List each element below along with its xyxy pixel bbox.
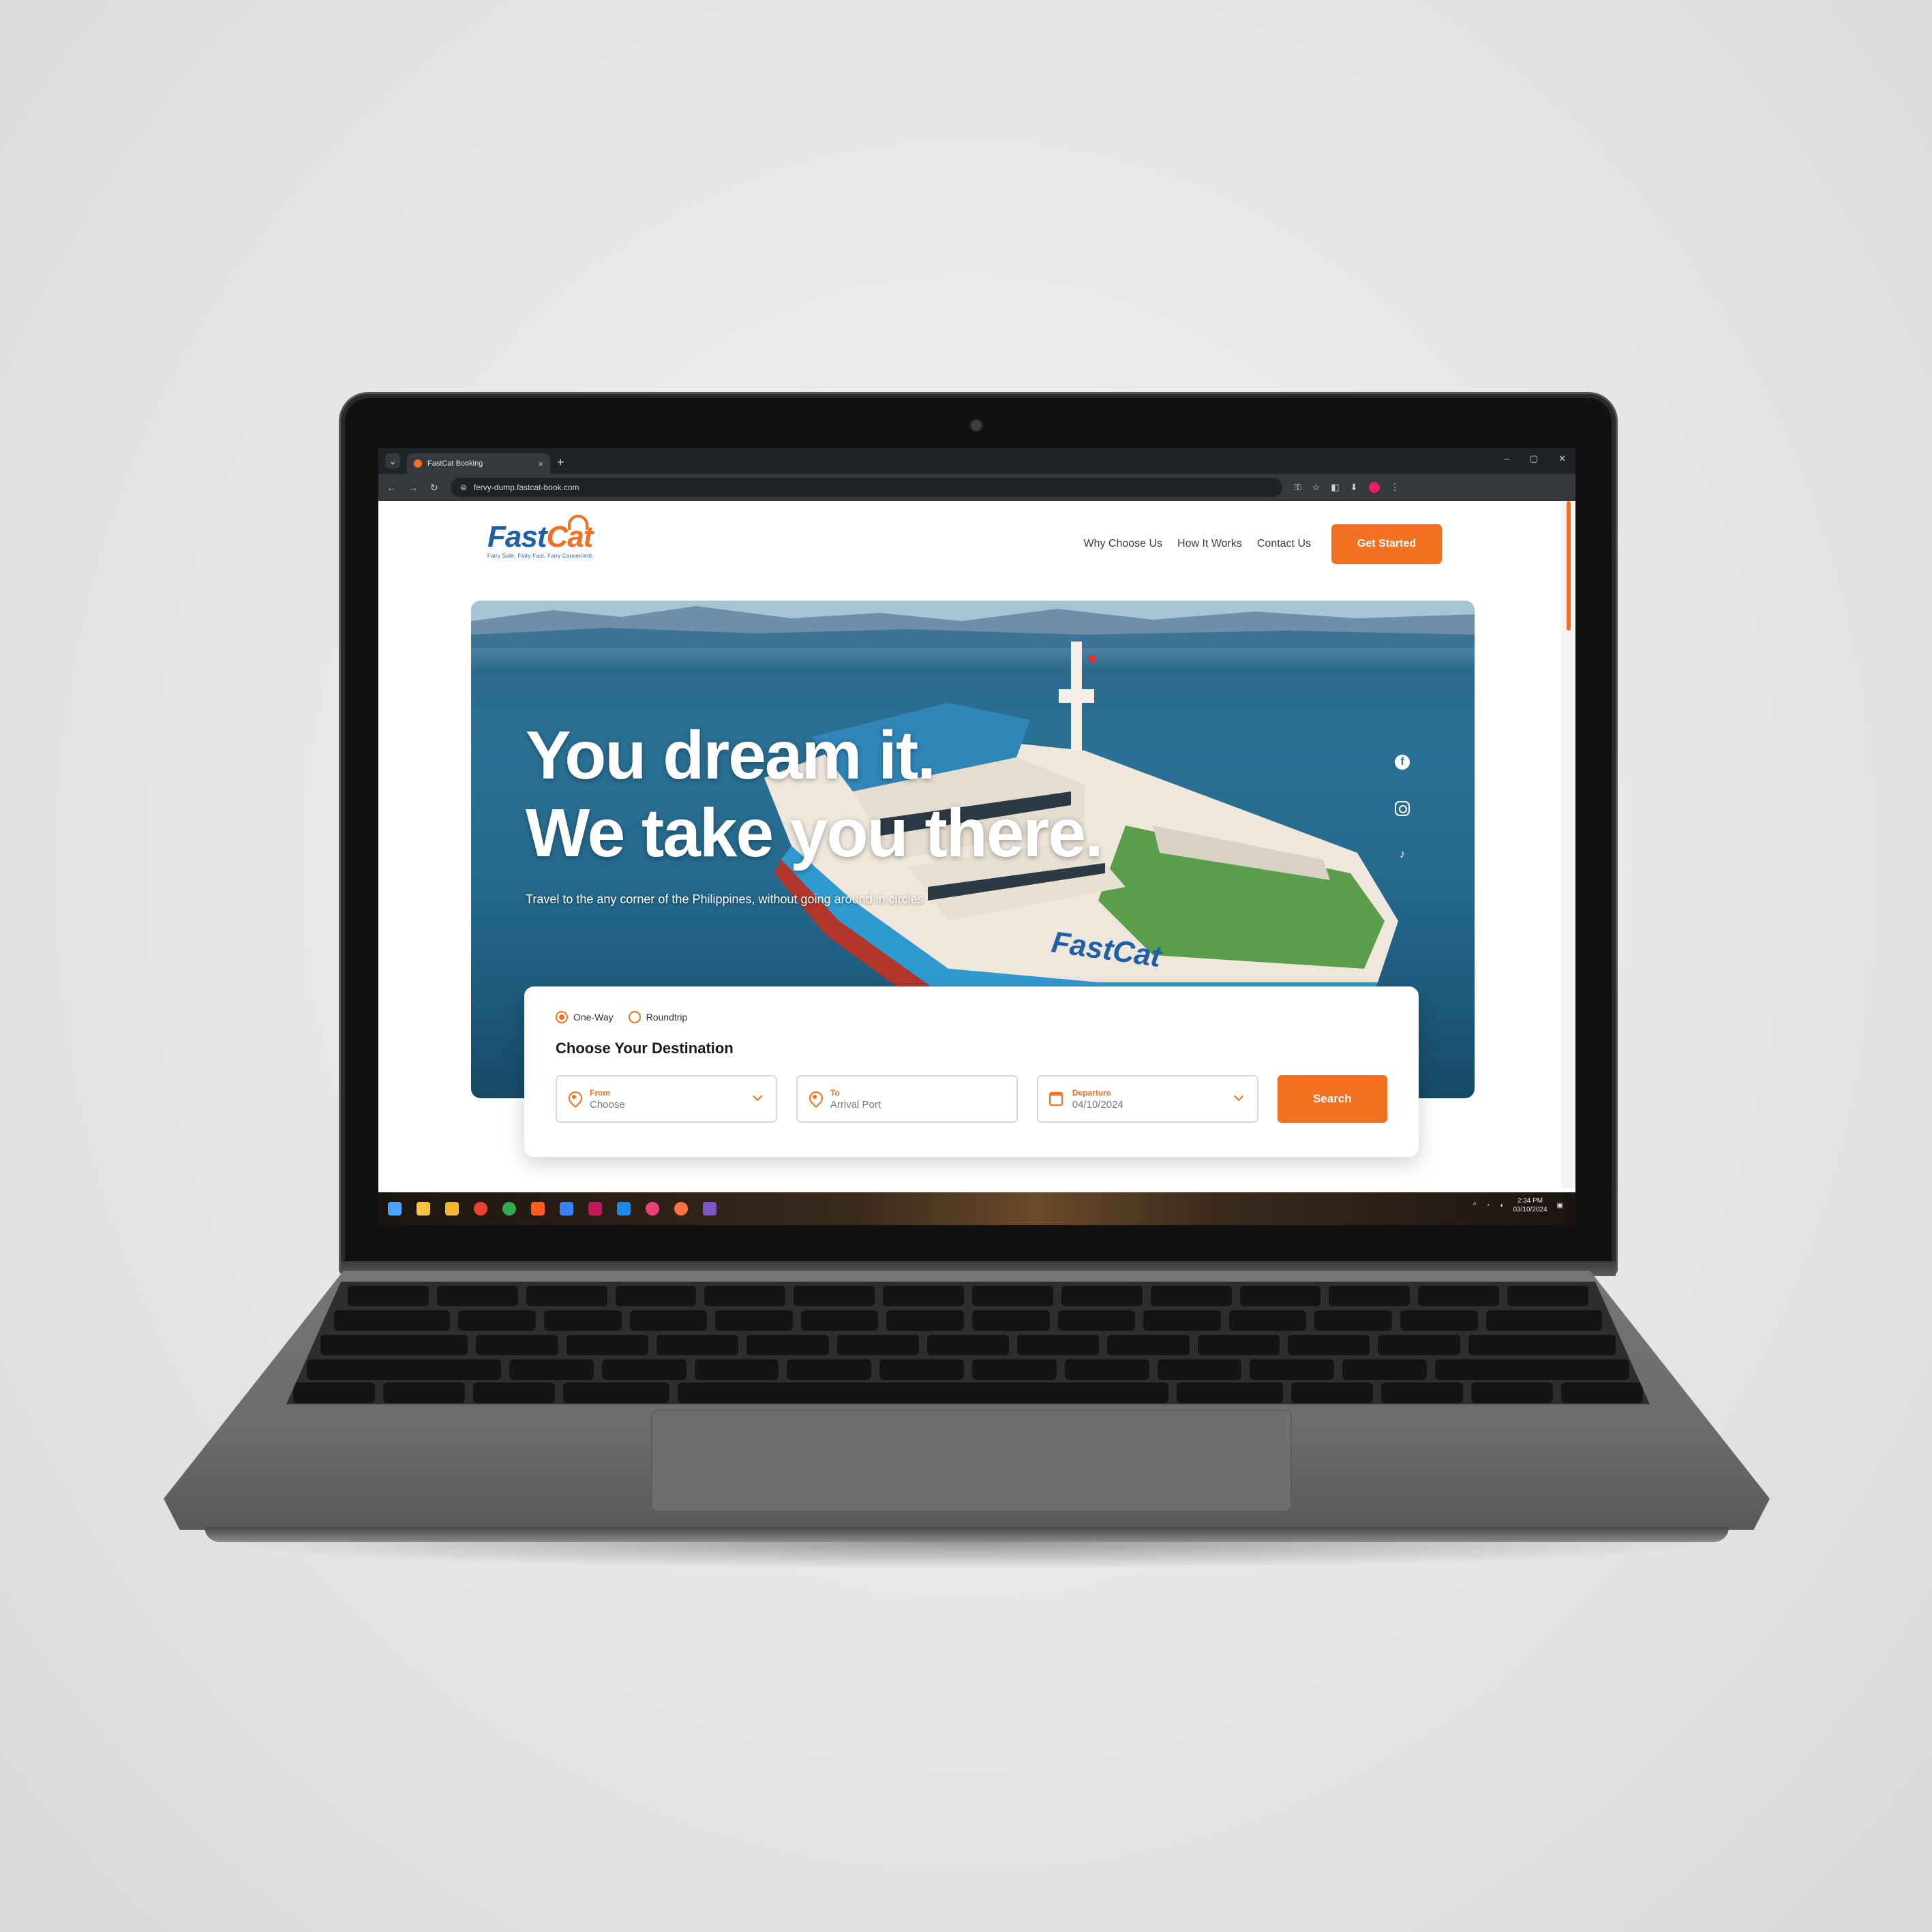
departure-value: 04/10/2024 <box>1072 1098 1123 1111</box>
app-icon[interactable] <box>646 1202 659 1216</box>
nav-why-choose-us[interactable]: Why Choose Us <box>1083 538 1162 550</box>
laptop-shadow <box>205 1542 1729 1569</box>
reload-button[interactable]: ↻ <box>430 482 438 494</box>
tab-close-icon[interactable]: × <box>538 459 543 469</box>
back-button[interactable]: ← <box>387 482 396 493</box>
logo-cat-tail-icon <box>568 515 588 530</box>
window-controls: – ▢ ✕ <box>1505 453 1566 464</box>
maximize-button[interactable]: ▢ <box>1530 453 1538 464</box>
clock-date: 03/10/2024 <box>1513 1206 1548 1213</box>
browser-menu-icon[interactable]: ⋮ <box>1391 482 1400 493</box>
side-panel-icon[interactable]: ◧ <box>1331 482 1339 493</box>
viber-icon[interactable] <box>703 1202 716 1216</box>
web-page: FastCat Fairy Safe. Fairy Fast. Fairy Co… <box>378 501 1561 1188</box>
chevron-down-icon <box>752 1091 762 1102</box>
tiktok-icon[interactable]: ♪ <box>1395 847 1410 862</box>
calendar-icon <box>1048 1092 1063 1106</box>
brave-icon[interactable] <box>531 1202 545 1216</box>
copilot-icon[interactable] <box>417 1202 430 1216</box>
tray-chevron-icon[interactable]: ^ <box>1473 1202 1477 1209</box>
hero-headline-line1: You dream it. <box>526 717 936 794</box>
address-bar[interactable]: ⊜ fervy-dump.fastcat-book.com <box>450 478 1282 497</box>
nav-how-it-works[interactable]: How It Works <box>1177 538 1242 550</box>
booking-form: One-Way Roundtrip Choose Your Destinatio… <box>524 986 1419 1157</box>
to-value: Arrival Port <box>830 1098 881 1111</box>
browser-tab[interactable]: FastCat Booking × <box>407 453 550 474</box>
password-key-icon[interactable]: ⚿ <box>1295 482 1301 493</box>
hero-headline-line2: We take you there. <box>526 795 1104 871</box>
get-started-button[interactable]: Get Started <box>1331 524 1442 564</box>
app-icon[interactable] <box>588 1202 602 1216</box>
search-button[interactable]: Search <box>1277 1075 1387 1123</box>
from-label: From <box>590 1087 610 1098</box>
hero-headline: You dream it. We take you there. <box>526 716 1104 872</box>
new-tab-button[interactable]: + <box>557 455 564 470</box>
start-menu-icon[interactable] <box>388 1202 402 1216</box>
url-text: fervy-dump.fastcat-book.com <box>473 483 579 492</box>
booking-title: Choose Your Destination <box>556 1040 734 1057</box>
fastcat-logo[interactable]: FastCat Fairy Safe. Fairy Fast. Fairy Co… <box>487 515 594 559</box>
bookmark-star-icon[interactable]: ☆ <box>1312 482 1320 493</box>
notification-icon[interactable]: ▣ <box>1557 1202 1563 1209</box>
tab-title: FastCat Booking <box>427 459 483 468</box>
tab-search-button[interactable]: ⌄ <box>385 453 400 468</box>
departure-label: Departure <box>1072 1087 1111 1098</box>
booking-fields: From Choose To Arrival Port Departure 04… <box>556 1075 1387 1123</box>
logo-tagline: Fairy Safe. Fairy Fast. Fairy Convenient… <box>487 553 594 559</box>
main-nav: Why Choose Us How It Works Contact Us Ge… <box>1083 524 1442 564</box>
keyboard <box>286 1282 1650 1404</box>
facebook-icon[interactable]: f <box>1395 755 1410 770</box>
trackpad <box>651 1410 1292 1512</box>
roundtrip-label: Roundtrip <box>646 1012 688 1023</box>
extensions-area: ⚿ ☆ ◧ ⬇ ⋮ <box>1295 482 1400 493</box>
app-icon[interactable] <box>674 1202 688 1216</box>
from-select[interactable]: From Choose <box>556 1075 777 1123</box>
to-input[interactable]: To Arrival Port <box>796 1075 1018 1123</box>
nav-contact-us[interactable]: Contact Us <box>1257 538 1311 550</box>
chrome-icon[interactable] <box>474 1202 487 1216</box>
departure-date-picker[interactable]: Departure 04/10/2024 <box>1036 1075 1258 1123</box>
windows-taskbar: ^ ◔ ◖ 2:34 PM 03/10/2024 ▣ <box>378 1192 1575 1225</box>
clock-time: 2:34 PM <box>1517 1197 1543 1205</box>
screen: ⌄ FastCat Booking × + – ▢ ✕ ← → ↻ ⊜ ferv… <box>378 448 1575 1225</box>
page-scrollbar[interactable] <box>1561 501 1575 1188</box>
webcam <box>971 420 982 431</box>
app-icon[interactable] <box>560 1202 573 1216</box>
social-links: f ♪ <box>1395 755 1410 862</box>
browser-toolbar: ← → ↻ ⊜ fervy-dump.fastcat-book.com ⚿ ☆ … <box>378 474 1575 501</box>
clock[interactable]: 2:34 PM 03/10/2024 <box>1513 1196 1547 1214</box>
forward-button[interactable]: → <box>408 482 418 493</box>
close-window-button[interactable]: ✕ <box>1558 453 1566 464</box>
volume-icon[interactable]: ◖ <box>1499 1202 1503 1209</box>
location-pin-icon <box>568 1091 580 1106</box>
browser-tab-bar: ⌄ FastCat Booking × + – ▢ ✕ <box>378 448 1575 474</box>
roundtrip-radio[interactable]: Roundtrip <box>628 1011 688 1023</box>
system-tray: ^ ◔ ◖ 2:34 PM 03/10/2024 ▣ <box>1473 1196 1563 1214</box>
scrollbar-thumb[interactable] <box>1567 501 1571 631</box>
favicon-icon <box>414 459 422 468</box>
location-pin-icon <box>809 1091 821 1106</box>
from-value: Choose <box>590 1098 625 1111</box>
laptop-front-edge <box>205 1527 1729 1542</box>
file-explorer-icon[interactable] <box>445 1202 459 1216</box>
one-way-radio[interactable]: One-Way <box>556 1011 614 1023</box>
vscode-icon[interactable] <box>617 1202 631 1216</box>
hero-subtitle: Travel to the any corner of the Philippi… <box>526 892 924 906</box>
radio-unselected-icon <box>628 1011 641 1023</box>
chevron-down-icon <box>1233 1091 1243 1102</box>
chrome-profile-icon[interactable] <box>502 1202 516 1216</box>
radio-selected-icon <box>556 1011 568 1023</box>
site-info-icon[interactable]: ⊜ <box>460 483 467 492</box>
wifi-icon[interactable]: ◔ <box>1485 1202 1490 1209</box>
logo-fast-text: Fast <box>487 520 547 554</box>
instagram-icon[interactable] <box>1395 801 1410 816</box>
one-way-label: One-Way <box>573 1012 614 1023</box>
profile-avatar[interactable] <box>1368 482 1380 493</box>
trip-type-selector: One-Way Roundtrip <box>556 1011 1387 1023</box>
minimize-button[interactable]: – <box>1505 453 1509 464</box>
downloads-icon[interactable]: ⬇ <box>1350 482 1358 493</box>
to-label: To <box>830 1087 840 1098</box>
